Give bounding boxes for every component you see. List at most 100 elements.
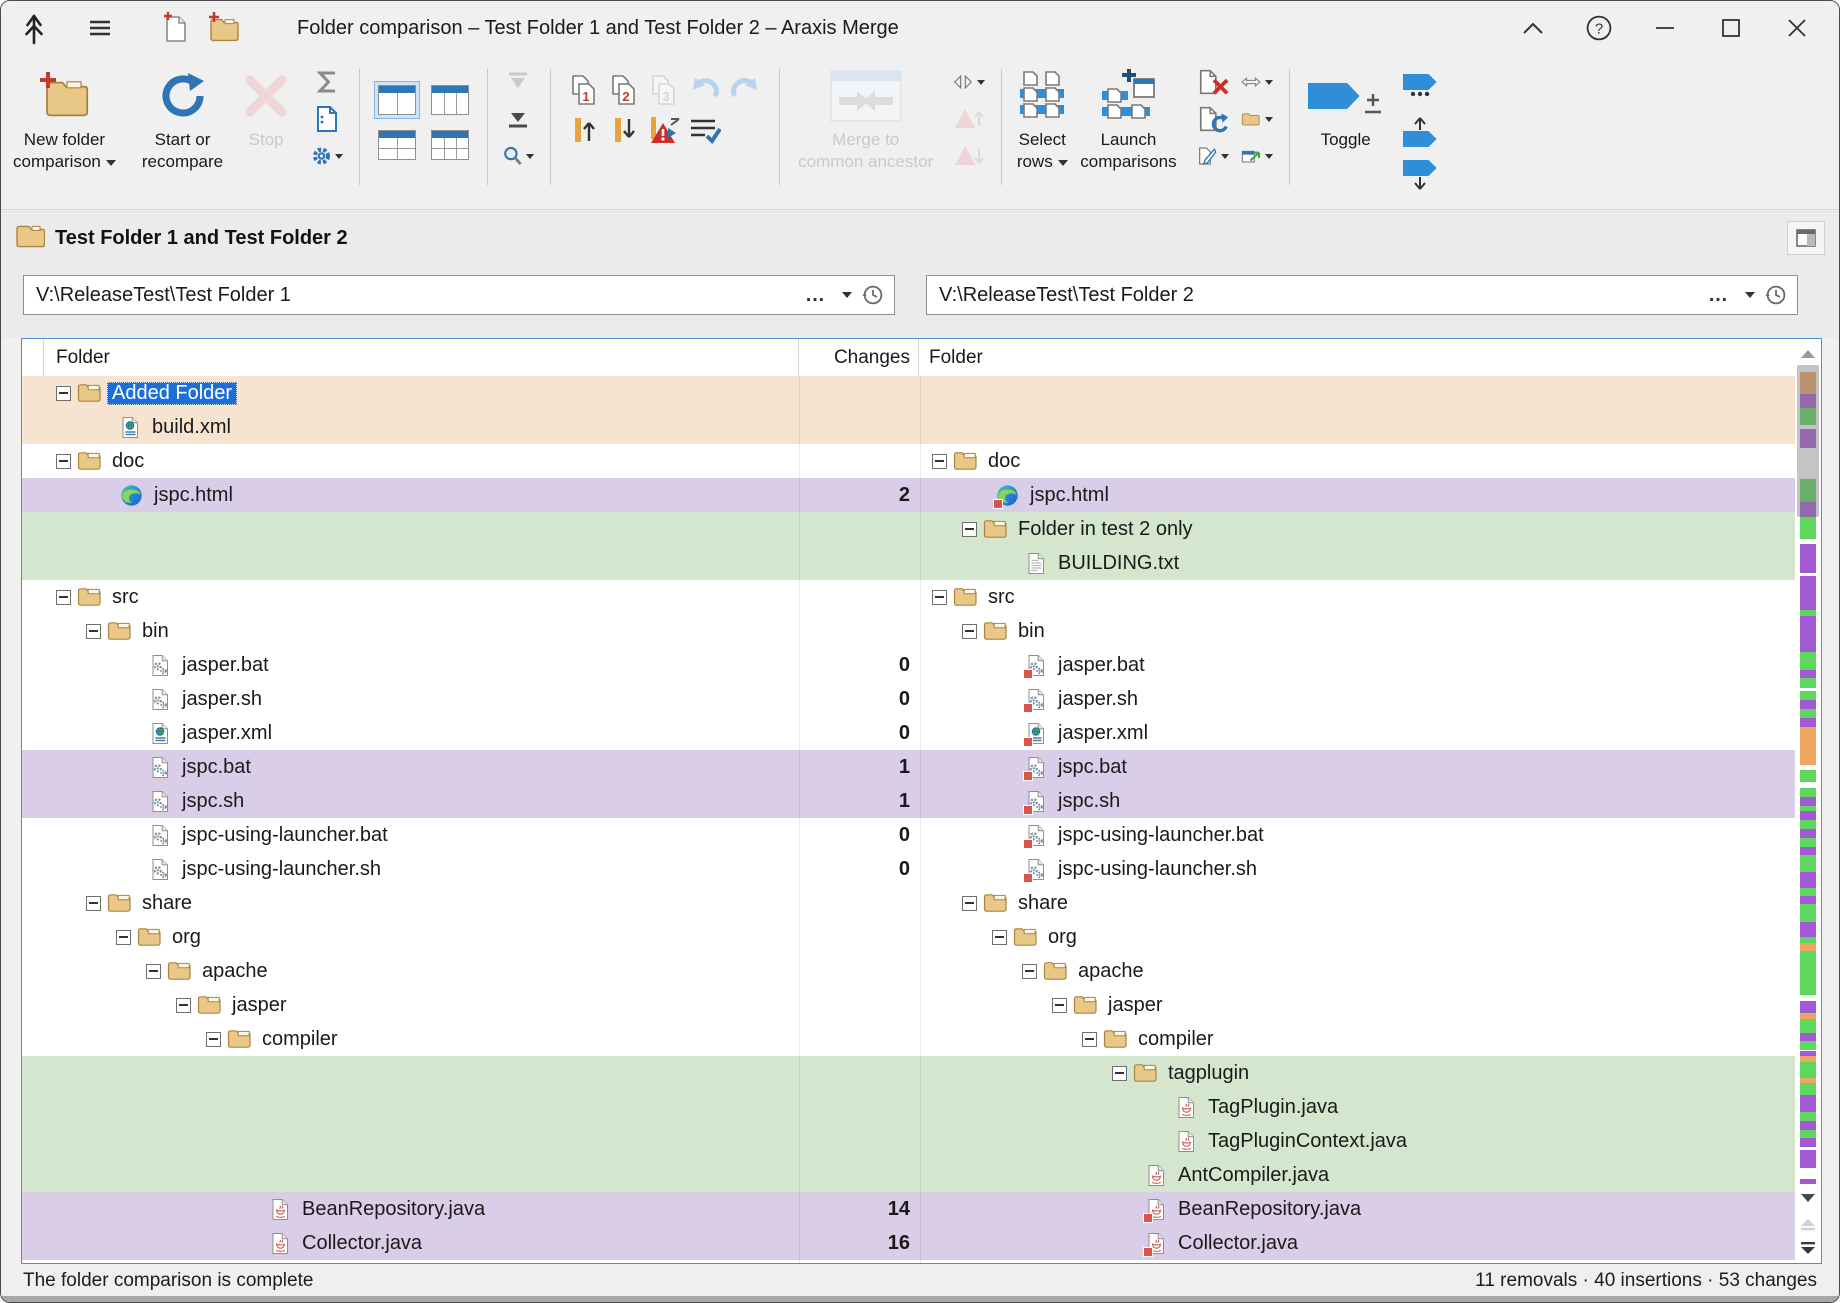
header-folder-right[interactable]: Folder — [919, 339, 1795, 376]
scrollbar-track[interactable] — [1795, 365, 1821, 1184]
layout-three-pane-button[interactable] — [427, 81, 473, 119]
file-name[interactable]: jasper.xml — [1053, 722, 1153, 745]
file-name[interactable]: jspc-using-launcher.sh — [177, 858, 386, 881]
file-name[interactable]: jspc.bat — [1053, 756, 1132, 779]
table-row[interactable]: jspc-using-launcher.sh0jspc-using-launch… — [22, 852, 1795, 886]
folder-name[interactable]: apache — [1073, 960, 1149, 983]
folder-name[interactable]: share — [137, 892, 197, 915]
statistics-icon[interactable] — [311, 67, 343, 97]
table-row[interactable]: jspc.sh1jspc.sh — [22, 784, 1795, 818]
table-row[interactable]: BUILDING.txt — [22, 546, 1795, 580]
previous-change-icon[interactable] — [569, 115, 601, 145]
collapse-expander-icon[interactable] — [146, 964, 161, 979]
left-folder-path-input[interactable]: V:\ReleaseTest\Test Folder 1 … — [23, 275, 895, 315]
collapse-expander-icon[interactable] — [992, 930, 1007, 945]
table-row[interactable]: AntCompiler.java — [22, 1158, 1795, 1192]
collapse-expander-icon[interactable] — [56, 590, 71, 605]
header-changes[interactable]: Changes — [798, 339, 919, 376]
collapse-expander-icon[interactable] — [1112, 1066, 1127, 1081]
table-row[interactable]: tagplugin — [22, 1056, 1795, 1090]
file-name[interactable]: jasper.sh — [177, 688, 267, 711]
file-name[interactable]: jspc-using-launcher.bat — [177, 824, 393, 847]
browse-left-button[interactable]: … — [797, 284, 834, 307]
tab-comparison-title[interactable]: Test Folder 1 and Test Folder 2 — [55, 227, 348, 250]
table-row[interactable]: jasper.sh0jasper.sh — [22, 682, 1795, 716]
table-row[interactable]: jasper.bat0jasper.bat — [22, 648, 1795, 682]
file-name[interactable]: BeanRepository.java — [297, 1198, 490, 1221]
report-icon[interactable] — [311, 104, 343, 134]
table-row[interactable]: BeanRepository.java14BeanRepository.java — [22, 1192, 1795, 1226]
folder-name[interactable]: share — [1013, 892, 1073, 915]
right-history-icon[interactable] — [1763, 284, 1797, 306]
menu-icon[interactable] — [85, 18, 115, 38]
file-name[interactable]: BUILDING.txt — [1053, 552, 1184, 575]
table-row[interactable]: jspc-using-launcher.bat0jspc-using-launc… — [22, 818, 1795, 852]
vertical-scrollbar[interactable] — [1795, 339, 1821, 1263]
new-text-comparison-icon[interactable] — [159, 11, 191, 45]
folder-name[interactable]: bin — [137, 620, 174, 643]
table-row[interactable]: compilercompiler — [22, 1022, 1795, 1056]
collapse-expander-icon[interactable] — [962, 522, 977, 537]
file-name[interactable]: jspc-using-launcher.sh — [1053, 858, 1262, 881]
table-row[interactable]: apacheapache — [22, 954, 1795, 988]
file-name[interactable]: TagPlugin.java — [1203, 1096, 1343, 1119]
file-name[interactable]: jspc.bat — [177, 756, 256, 779]
delete-file-icon[interactable] — [1197, 67, 1229, 97]
table-row[interactable]: jasper.xml0jasper.xml — [22, 716, 1795, 750]
file-name[interactable]: jasper.bat — [177, 654, 274, 677]
folder-name[interactable]: org — [167, 926, 206, 949]
table-row[interactable]: share share — [22, 886, 1795, 920]
file-name[interactable]: jspc.html — [149, 484, 238, 507]
table-row[interactable]: TagPlugin.java — [22, 1090, 1795, 1124]
file-name[interactable]: jspc.html — [1025, 484, 1114, 507]
scroll-down-icon[interactable] — [1795, 1189, 1821, 1207]
next-difference-icon[interactable] — [1795, 1238, 1821, 1260]
next-bookmark-icon[interactable] — [1404, 157, 1436, 195]
layout-three-pane-split-button[interactable] — [427, 126, 473, 164]
file-name[interactable]: jasper.bat — [1053, 654, 1150, 677]
folder-name[interactable]: Added Folder — [107, 382, 237, 405]
next-change-icon[interactable] — [609, 115, 641, 145]
collapse-expander-icon[interactable] — [176, 998, 191, 1013]
layout-two-pane-button[interactable] — [374, 81, 420, 119]
help-icon[interactable]: ? — [1581, 10, 1617, 46]
refresh-file-icon[interactable] — [1197, 104, 1229, 134]
left-history-icon[interactable] — [860, 284, 894, 306]
mark-resolved-icon[interactable] — [689, 115, 721, 145]
table-row[interactable]: jasperjasper — [22, 988, 1795, 1022]
table-row[interactable]: TagPluginContext.java — [22, 1124, 1795, 1158]
file-name[interactable]: build.xml — [147, 416, 236, 439]
synchronize-icon[interactable] — [1241, 67, 1273, 97]
file-name[interactable]: jspc-using-launcher.bat — [1053, 824, 1269, 847]
header-folder-left[interactable]: Folder — [44, 339, 798, 376]
toggle-bookmark-button[interactable]: Toggle — [1308, 55, 1384, 151]
folder-name[interactable]: compiler — [1133, 1028, 1219, 1051]
bookmark-options-icon[interactable] — [1404, 67, 1436, 105]
collapse-expander-icon[interactable] — [86, 896, 101, 911]
folder-name[interactable]: org — [1043, 926, 1082, 949]
table-row[interactable]: jspc.bat1jspc.bat — [22, 750, 1795, 784]
maximize-icon[interactable] — [1713, 10, 1749, 46]
file-name[interactable]: Collector.java — [1173, 1232, 1303, 1255]
restore-pane-icon[interactable] — [1787, 221, 1825, 255]
folder-name[interactable]: doc — [107, 450, 149, 473]
table-row[interactable]: binbin — [22, 614, 1795, 648]
table-row[interactable]: srcsrc — [22, 580, 1795, 614]
copy-to-first-icon[interactable]: 1 — [569, 75, 601, 105]
file-name[interactable]: Collector.java — [297, 1232, 427, 1255]
right-folder-path-input[interactable]: V:\ReleaseTest\Test Folder 2 … — [926, 275, 1798, 315]
previous-bookmark-icon[interactable] — [1404, 112, 1436, 150]
new-folder-comparison-button[interactable]: New folder comparison — [13, 55, 116, 173]
browse-right-button[interactable]: … — [1700, 284, 1737, 307]
collapse-expander-icon[interactable] — [1082, 1032, 1097, 1047]
file-name[interactable]: jspc.sh — [1053, 790, 1125, 813]
collapse-expander-icon[interactable] — [1022, 964, 1037, 979]
folder-name[interactable]: jasper — [1103, 994, 1167, 1017]
right-path-dropdown-icon[interactable] — [1737, 284, 1763, 307]
collapse-expander-icon[interactable] — [932, 590, 947, 605]
search-icon[interactable] — [502, 141, 534, 171]
collapse-expander-icon[interactable] — [206, 1032, 221, 1047]
start-or-recompare-button[interactable]: Start orrecompare — [142, 55, 223, 173]
folder-name[interactable]: Folder in test 2 only — [1013, 518, 1198, 541]
select-rows-button[interactable]: Selectrows — [1014, 55, 1070, 173]
